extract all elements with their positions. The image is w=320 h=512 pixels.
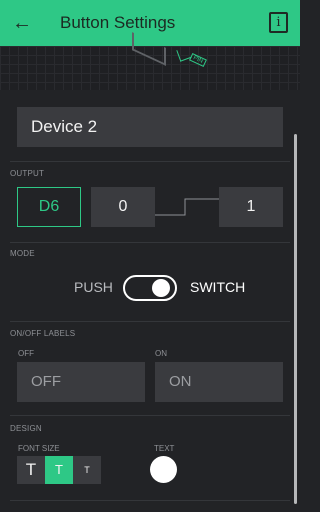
device-name-value: Device 2 — [31, 117, 98, 136]
mode-switch-label[interactable]: SWITCH — [190, 279, 245, 295]
app-bar: ← Button Settings i — [0, 0, 300, 46]
device-name-field[interactable]: Device 2 — [17, 107, 283, 147]
scrollbar[interactable] — [294, 134, 297, 504]
font-size-caption: FONT SIZE — [18, 444, 60, 453]
output-range-wire-icon — [155, 198, 219, 216]
page-title: Button Settings — [60, 13, 176, 32]
output-high-field[interactable]: 1 — [219, 187, 283, 227]
off-label-field[interactable]: OFF — [17, 362, 145, 402]
off-label-caption: OFF — [18, 349, 34, 358]
output-section-label: OUTPUT — [10, 169, 45, 178]
font-size-small-button[interactable]: T — [73, 456, 101, 484]
mode-section-label: MODE — [10, 249, 35, 258]
arrow-left-icon[interactable]: ← — [12, 13, 34, 33]
off-label-value: OFF — [31, 373, 61, 390]
output-pin-button[interactable]: D6 — [17, 187, 81, 227]
divider — [10, 242, 290, 243]
labels-section-label: ON/OFF LABELS — [10, 329, 76, 338]
toggle-knob — [152, 279, 170, 297]
on-label-caption: ON — [155, 349, 167, 358]
design-section-label: DESIGN — [10, 424, 42, 433]
font-size-medium-button[interactable]: T — [45, 456, 73, 484]
divider — [10, 161, 290, 162]
text-color-swatch[interactable] — [150, 456, 177, 483]
mode-push-label[interactable]: PUSH — [74, 279, 113, 295]
divider — [10, 500, 290, 501]
font-size-large-button[interactable]: T — [17, 456, 45, 484]
on-label-field[interactable]: ON — [155, 362, 283, 402]
on-label-value: ON — [169, 373, 192, 390]
output-low-field[interactable]: 0 — [91, 187, 155, 227]
widget-preview: PIN — [0, 32, 300, 90]
divider — [10, 415, 290, 416]
info-icon[interactable]: i — [269, 12, 288, 33]
text-color-caption: TEXT — [154, 444, 175, 453]
mode-toggle[interactable] — [123, 275, 177, 301]
divider — [10, 321, 290, 322]
pin-tag: PIN — [189, 52, 207, 68]
